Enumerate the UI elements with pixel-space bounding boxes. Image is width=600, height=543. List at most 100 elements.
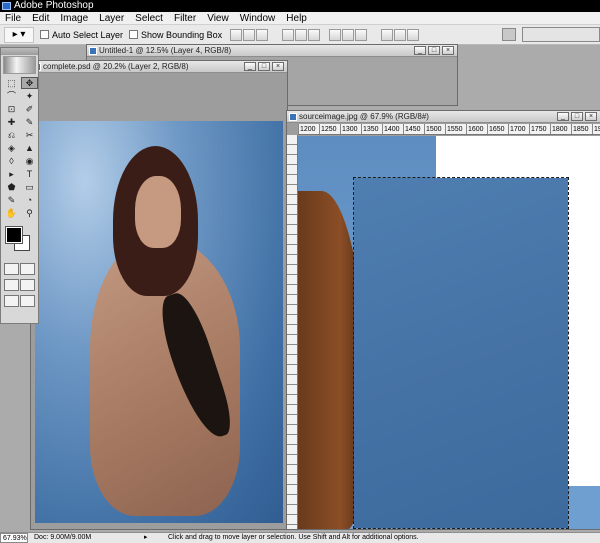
slice-tool-icon[interactable]: ✐ <box>21 103 38 115</box>
ruler-tick: 1200 <box>298 124 319 134</box>
close-icon[interactable]: × <box>442 46 454 55</box>
dodge-tool-icon[interactable]: ◉ <box>21 155 38 167</box>
window-titlebar-untitled[interactable]: Untitled-1 @ 12.5% (Layer 4, RGB/8) _ □ … <box>87 45 457 57</box>
full-screen-menu-icon[interactable] <box>20 279 35 291</box>
ruler-tick: 1800 <box>550 124 571 134</box>
align-bottom-icon[interactable] <box>256 28 269 41</box>
window-title-untitled: Untitled-1 @ 12.5% (Layer 4, RGB/8) <box>99 46 232 55</box>
menu-help[interactable]: Help <box>281 12 313 24</box>
window-controls: _ □ × <box>412 46 454 55</box>
status-menu-arrow-icon[interactable]: ▸ <box>144 533 154 543</box>
align-top-icon[interactable] <box>230 28 243 41</box>
zoom-level-field[interactable]: 67.93% <box>0 533 28 543</box>
zoom-tool-icon[interactable]: ⚲ <box>21 207 38 219</box>
canvas-complete[interactable] <box>35 121 283 523</box>
file-browser-icon[interactable] <box>502 28 516 41</box>
menu-edit[interactable]: Edit <box>27 12 55 24</box>
tool-hint: Click and drag to move layer or selectio… <box>168 534 419 541</box>
lasso-tool-icon[interactable]: ⌒ <box>3 90 20 102</box>
menu-filter[interactable]: Filter <box>169 12 202 24</box>
document-icon <box>289 113 297 121</box>
distribute-left-icon[interactable] <box>381 28 394 41</box>
marquee-tool-icon[interactable]: ⬚ <box>3 77 20 89</box>
toolbox-grip[interactable] <box>1 48 38 55</box>
tool-grid: ⬚ ✥ ⌒ ✦ ⊡ ✐ ✚ ✎ ⎌ ✂ ◈ ▲ ◊ ◉ ▸ T ⬟ ▭ ✎ ◔ … <box>1 75 38 221</box>
window-title-source: sourceimage.jpg @ 67.9% (RGB/8#) <box>299 112 429 121</box>
selected-layer-marquee[interactable] <box>353 177 569 529</box>
history-brush-tool-icon[interactable]: ✂ <box>21 129 38 141</box>
minimize-icon[interactable]: _ <box>557 112 569 121</box>
window-titlebar-source[interactable]: sourceimage.jpg @ 67.9% (RGB/8#) _ □ × <box>287 111 600 123</box>
minimize-icon[interactable]: _ <box>414 46 426 55</box>
magic-wand-tool-icon[interactable]: ✦ <box>21 90 38 102</box>
eraser-tool-icon[interactable]: ◈ <box>3 142 20 154</box>
brush-tool-icon[interactable]: ✎ <box>21 116 38 128</box>
adobe-feather-logo[interactable] <box>3 56 36 74</box>
horizontal-ruler[interactable]: 1200 1250 1300 1350 1400 1450 1500 1550 1600 1650… <box>298 124 600 135</box>
auto-select-checkbox-box[interactable] <box>40 30 49 39</box>
ruler-tick: 1400 <box>382 124 403 134</box>
menu-select[interactable]: Select <box>130 12 169 24</box>
distribute-hcenter-icon[interactable] <box>394 28 407 41</box>
vertical-ruler[interactable] <box>287 135 298 529</box>
move-tool-icon[interactable]: ▸ ▾ <box>4 26 34 43</box>
maximize-icon[interactable]: □ <box>258 62 270 71</box>
clone-stamp-tool-icon[interactable]: ⎌ <box>3 129 20 141</box>
ruler-tick: 1700 <box>508 124 529 134</box>
type-tool-icon[interactable]: T <box>21 168 38 180</box>
foreground-color-swatch[interactable] <box>5 226 23 244</box>
document-window-source[interactable]: sourceimage.jpg @ 67.9% (RGB/8#) _ □ × 1… <box>286 110 600 530</box>
distribute-bottom-icon[interactable] <box>355 28 368 41</box>
palette-well[interactable] <box>522 27 600 42</box>
align-right-icon[interactable] <box>308 28 321 41</box>
maximize-icon[interactable]: □ <box>571 112 583 121</box>
menu-view[interactable]: View <box>202 12 235 24</box>
hand-tool-icon[interactable]: ✋ <box>3 207 20 219</box>
app-title: Adobe Photoshop <box>14 0 94 11</box>
close-icon[interactable]: × <box>272 62 284 71</box>
jump-to-imageready-icon[interactable] <box>4 295 19 307</box>
document-window-complete[interactable]: complete.psd @ 20.2% (Layer 2, RGB/8) _ … <box>30 60 288 530</box>
distribute-vcenter-icon[interactable] <box>342 28 355 41</box>
align-vcenter-icon[interactable] <box>243 28 256 41</box>
close-icon[interactable]: × <box>585 112 597 121</box>
menu-window[interactable]: Window <box>235 12 282 24</box>
paint-bucket-tool-icon[interactable]: ▲ <box>21 142 38 154</box>
show-bounding-checkbox-box[interactable] <box>129 30 139 39</box>
ruler-tick: 1850 <box>571 124 592 134</box>
standard-mode-icon[interactable] <box>4 263 19 275</box>
move-tool-icon[interactable]: ✥ <box>21 77 38 89</box>
canvas-source[interactable] <box>298 136 600 529</box>
distribute-right-icon[interactable] <box>407 28 420 41</box>
quick-mask-mode-icon[interactable] <box>20 263 35 275</box>
imageready-icon[interactable] <box>20 295 35 307</box>
menu-bar: File Edit Image Layer Select Filter View… <box>0 12 600 25</box>
options-separator <box>269 29 281 41</box>
standard-screen-icon[interactable] <box>4 279 19 291</box>
path-selection-tool-icon[interactable]: ▸ <box>3 168 20 180</box>
status-bar: 67.93% Doc: 9.00M/9.00M ▸ Click and drag… <box>0 532 600 543</box>
menu-image[interactable]: Image <box>55 12 94 24</box>
menu-file[interactable]: File <box>0 12 27 24</box>
ruler-tick: 1600 <box>466 124 487 134</box>
window-titlebar-complete[interactable]: complete.psd @ 20.2% (Layer 2, RGB/8) _ … <box>31 61 287 73</box>
shape-tool-icon[interactable]: ▭ <box>21 181 38 193</box>
crop-tool-icon[interactable]: ⊡ <box>3 103 20 115</box>
align-left-icon[interactable] <box>282 28 295 41</box>
minimize-icon[interactable]: _ <box>244 62 256 71</box>
pen-tool-icon[interactable]: ⬟ <box>3 181 20 193</box>
healing-brush-tool-icon[interactable]: ✚ <box>3 116 20 128</box>
notes-tool-icon[interactable]: ✎ <box>3 194 20 206</box>
tool-options-bar: ▸ ▾ Auto Select Layer Show Bounding Box <box>0 25 600 45</box>
distribute-top-icon[interactable] <box>329 28 342 41</box>
auto-select-layer-checkbox[interactable]: Auto Select Layer <box>40 30 123 40</box>
photo-woman-face <box>135 176 181 248</box>
show-bounding-box-checkbox[interactable]: Show Bounding Box <box>129 30 222 40</box>
eyedropper-tool-icon[interactable]: ◔ <box>21 194 38 206</box>
align-hcenter-icon[interactable] <box>295 28 308 41</box>
blur-tool-icon[interactable]: ◊ <box>3 155 20 167</box>
maximize-icon[interactable]: □ <box>428 46 440 55</box>
toolbox-panel: ⬚ ✥ ⌒ ✦ ⊡ ✐ ✚ ✎ ⎌ ✂ ◈ ▲ ◊ ◉ ▸ T ⬟ ▭ ✎ ◔ … <box>0 47 39 324</box>
ruler-tick: 1450 <box>403 124 424 134</box>
menu-layer[interactable]: Layer <box>94 12 130 24</box>
